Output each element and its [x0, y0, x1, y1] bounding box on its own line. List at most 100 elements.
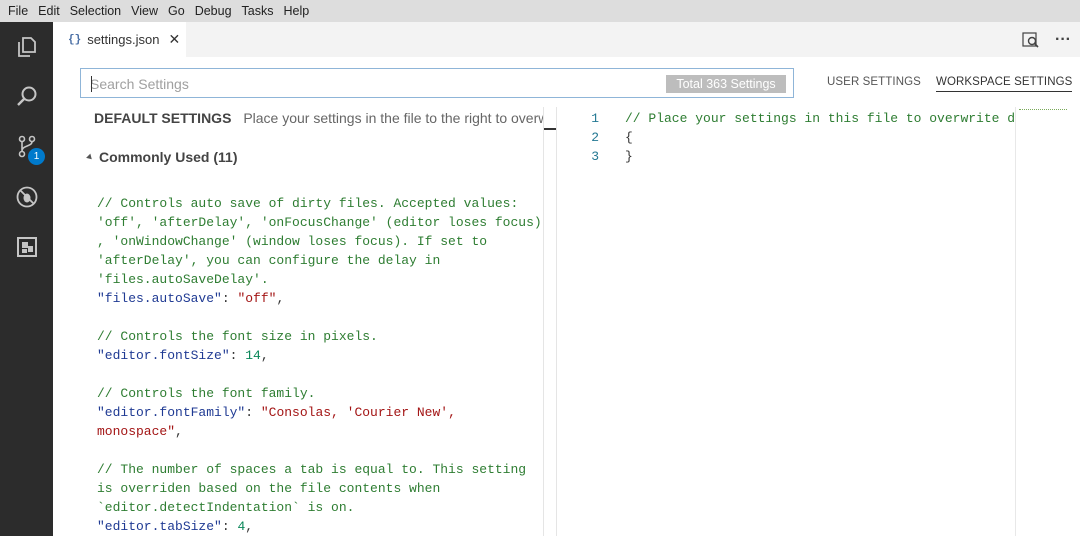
default-code-line: // Controls the font family. [97, 384, 542, 403]
default-code-token: "files.autoSave" [97, 291, 222, 306]
default-code-line: // The number of spaces a tab is equal t… [97, 460, 542, 479]
default-code-token: , [175, 424, 183, 439]
editor-tab-bar: {} settings.json ✕ ··· [53, 22, 1080, 57]
default-code-token: , [245, 519, 254, 534]
default-code-line [97, 308, 542, 327]
default-code-line: `editor.detectIndentation` is on. [97, 498, 542, 517]
open-settings-button[interactable] [1020, 29, 1042, 51]
editor-code-line: { [625, 128, 1015, 147]
default-code-line: 'afterDelay', you can configure the dela… [97, 251, 542, 270]
default-code-token: // Controls auto save of dirty files. Ac… [97, 196, 519, 211]
default-code-token: , [276, 291, 285, 306]
default-code-line [97, 365, 542, 384]
default-code-line: 'files.autoSaveDelay'. [97, 270, 542, 289]
default-code-token: "Consolas, 'Courier New', [260, 405, 456, 420]
default-code-token: : [229, 348, 246, 363]
group-commonly-used[interactable]: Commonly Used (11) [86, 149, 238, 165]
debug-icon [16, 186, 37, 208]
collapse-arrow-icon [86, 153, 94, 161]
default-code-token: : [221, 291, 238, 306]
menu-selection[interactable]: Selection [65, 0, 126, 22]
tab-user-settings[interactable]: USER SETTINGS [827, 76, 921, 88]
tab-label: settings.json [87, 32, 160, 47]
default-code-line: , 'onWindowChange' (window loses focus).… [97, 232, 542, 251]
default-code-line: // Controls auto save of dirty files. Ac… [97, 194, 542, 213]
default-code-token: monospace" [97, 424, 176, 439]
line-number: 3 [591, 149, 599, 164]
default-code-token: 'off', 'afterDelay', 'onFocusChange' (ed… [97, 215, 542, 230]
activity-bar: 1 [0, 22, 53, 536]
menu-debug[interactable]: Debug [190, 0, 237, 22]
default-code-token: 14 [245, 348, 261, 363]
pane-sash[interactable] [543, 107, 557, 536]
menu-go[interactable]: Go [163, 0, 190, 22]
default-settings-pane: DEFAULT SETTINGS Place your settings in … [53, 107, 544, 536]
default-code-token: 'afterDelay', you can configure the dela… [97, 253, 441, 268]
default-code-line: monospace", [97, 422, 542, 441]
search-box: Total 363 Settings [80, 68, 794, 98]
default-code-token: "editor.tabSize" [97, 519, 222, 534]
settings-search-row: Total 363 Settings USER SETTINGS WORKSPA… [53, 57, 1080, 107]
default-code-line: "editor.fontFamily": "Consolas, 'Courier… [97, 403, 542, 422]
default-code-token: // Controls the font family. [97, 386, 316, 401]
extensions-button[interactable] [0, 222, 53, 272]
default-settings-code: // Controls auto save of dirty files. Ac… [97, 194, 542, 536]
search-input[interactable] [90, 74, 650, 94]
default-settings-hint: Place your settings in the file to the r… [243, 110, 544, 126]
default-code-token: // Controls the font size in pixels. [97, 329, 378, 344]
settings-json-editor[interactable]: 1 2 3 // Place your settings in this file … [557, 107, 1080, 536]
default-code-token: "off" [237, 291, 277, 306]
more-actions-button[interactable]: ··· [1052, 29, 1074, 51]
line-number-gutter: 1 2 3 [557, 109, 607, 166]
default-code-token: is overriden based on the file contents … [97, 481, 441, 496]
pane-sash-marker [544, 128, 556, 130]
default-code-token: , [260, 348, 269, 363]
default-code-line: 'off', 'afterDelay', 'onFocusChange' (ed… [97, 213, 542, 232]
default-code-line: // Controls the font size in pixels. [97, 327, 542, 346]
default-code-token: // The number of spaces a tab is equal t… [97, 462, 527, 477]
open-settings-icon [1022, 32, 1039, 48]
default-code-token: 'files.autoSaveDelay'. [97, 272, 269, 287]
default-code-token: "editor.fontSize" [97, 348, 230, 363]
default-code-token: , 'onWindowChange' (window loses focus).… [97, 234, 488, 249]
editor-code[interactable]: // Place your settings in this file to o… [625, 109, 1015, 166]
source-control-badge: 1 [28, 148, 45, 165]
editor-code-line: } [625, 147, 1015, 166]
close-icon[interactable]: ✕ [168, 31, 180, 48]
debug-button[interactable] [0, 172, 53, 222]
default-code-line [97, 441, 542, 460]
explorer-button[interactable] [0, 22, 53, 72]
settings-count-badge: Total 363 Settings [666, 75, 786, 93]
default-code-token: : [221, 519, 238, 534]
default-code-line: "files.autoSave": "off", [97, 289, 542, 308]
search-icon [16, 86, 36, 106]
minimap [1019, 109, 1067, 111]
search-button[interactable] [0, 72, 53, 122]
editor-code-token: { [625, 130, 633, 145]
editor-code-token: } [625, 149, 633, 164]
extensions-icon [16, 237, 37, 257]
menu-help[interactable]: Help [279, 0, 315, 22]
menu-tasks[interactable]: Tasks [237, 0, 279, 22]
default-code-line: "editor.fontSize": 14, [97, 346, 542, 365]
tab-settings-json[interactable]: {} settings.json ✕ [53, 22, 186, 57]
default-code-line: is overriden based on the file contents … [97, 479, 542, 498]
json-file-icon: {} [68, 33, 82, 46]
default-settings-header: DEFAULT SETTINGS Place your settings in … [94, 110, 544, 126]
menu-view[interactable]: View [126, 0, 163, 22]
tab-workspace-settings[interactable]: WORKSPACE SETTINGS [936, 76, 1073, 92]
menu-edit[interactable]: Edit [33, 0, 65, 22]
menu-bar: File Edit Selection View Go Debug Tasks … [0, 0, 1080, 22]
default-settings-title: DEFAULT SETTINGS [94, 110, 232, 126]
source-control-button[interactable]: 1 [0, 122, 53, 172]
text-caret [91, 76, 92, 92]
default-code-token: `editor.detectIndentation` is on. [97, 500, 355, 515]
editor-ruler [1015, 107, 1016, 536]
menu-file[interactable]: File [3, 0, 33, 22]
editor-code-token: // Place your settings in this file to o… [625, 111, 1015, 126]
default-code-token: "editor.fontFamily" [97, 405, 246, 420]
editor-code-line: // Place your settings in this file to o… [625, 109, 1015, 128]
default-code-token: : [245, 405, 261, 420]
line-number: 2 [591, 130, 599, 145]
group-label: Commonly Used (11) [99, 149, 238, 165]
